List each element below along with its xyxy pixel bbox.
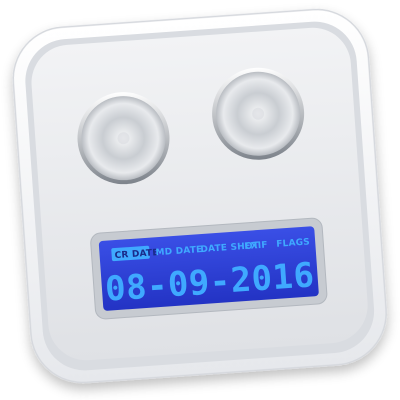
app-icon: CR DATEMD DATEDATE SHOTEXIF FLAGS 08-09-2… — [12, 8, 387, 384]
lcd-mode-exif: EXIF — [244, 240, 268, 252]
app-icon-stage: CR DATE MD DATE DATE SHOT EXIF FLAGS 08-09-2… — [0, 0, 400, 400]
svg-text:EXIF: EXIF — [244, 240, 268, 252]
